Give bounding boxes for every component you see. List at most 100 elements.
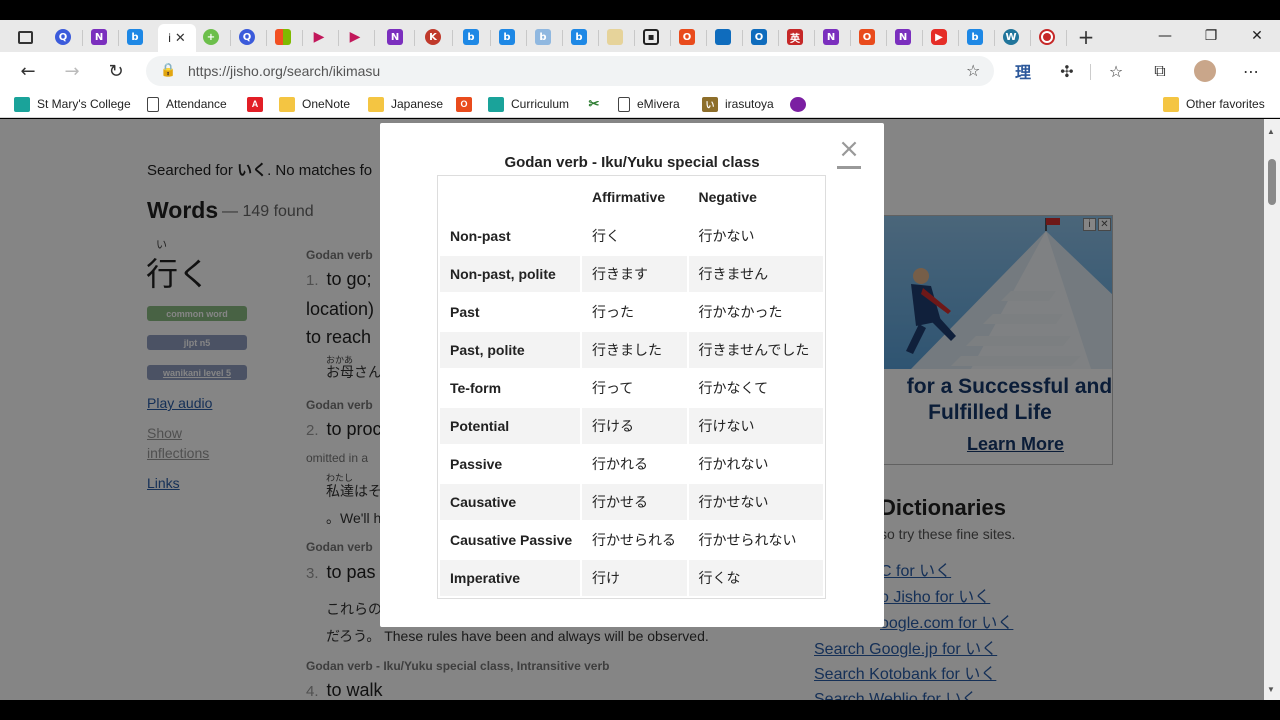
collections-icon: ⧉	[1154, 61, 1166, 80]
extensions-button[interactable]: ✣	[1056, 60, 1078, 82]
favorites-button[interactable]: ☆	[1105, 60, 1127, 82]
bing-icon: b	[127, 29, 143, 45]
fav-onenote[interactable]: OneNote	[279, 95, 350, 113]
collections-button[interactable]: ⧉	[1149, 60, 1171, 82]
table-row: Passive 行かれる 行かれない	[440, 446, 823, 482]
tab-12[interactable]: b	[458, 24, 484, 50]
red-circle-icon: K	[425, 29, 441, 45]
restore-button[interactable]: ❐	[1188, 24, 1234, 48]
fav-adobe[interactable]: A	[247, 95, 270, 113]
fav-tool[interactable]: ✂	[586, 95, 609, 113]
tab-28[interactable]	[1034, 24, 1060, 50]
microsoft-icon	[275, 29, 291, 45]
tab-15[interactable]: b	[566, 24, 592, 50]
row-affirmative: 行かれる	[592, 456, 648, 472]
column-header-negative: Negative	[698, 189, 757, 205]
tab-1[interactable]: Q	[50, 24, 76, 50]
tab-11[interactable]: K	[420, 24, 446, 50]
page-icon	[147, 96, 159, 112]
calendar-icon: ▪	[643, 29, 659, 45]
row-negative: 行かれない	[698, 456, 769, 472]
curriculum-icon	[14, 96, 30, 112]
tab-5[interactable]: +	[198, 24, 224, 50]
avatar	[1194, 60, 1216, 82]
fav-st-marys[interactable]: St Mary's College	[14, 95, 131, 113]
tab-20[interactable]: O	[746, 24, 772, 50]
scroll-down-icon[interactable]: ▼	[1267, 685, 1275, 694]
table-row: Past 行った 行かなかった	[440, 294, 823, 330]
tab-3[interactable]: b	[122, 24, 148, 50]
tab-23[interactable]: O	[854, 24, 880, 50]
back-button[interactable]: ←	[14, 58, 42, 84]
tab-27[interactable]: W	[998, 24, 1024, 50]
tab-19[interactable]	[710, 24, 736, 50]
tab-2[interactable]: N	[86, 24, 112, 50]
office-icon: O	[679, 29, 695, 45]
fav-other-favorites[interactable]: Other favorites	[1163, 95, 1265, 113]
refresh-button[interactable]: ↻	[102, 58, 130, 84]
tab-14[interactable]: b	[530, 24, 556, 50]
fav-label: irasutoya	[725, 97, 774, 111]
forward-button[interactable]: →	[58, 58, 86, 84]
fav-irasutoya[interactable]: い irasutoya	[702, 95, 774, 113]
table-row: Imperative 行け 行くな	[440, 560, 823, 596]
tab-16[interactable]	[602, 24, 628, 50]
fav-japanese[interactable]: Japanese	[368, 95, 443, 113]
new-tab-button[interactable]: +	[1072, 24, 1100, 50]
tab-13[interactable]: b	[494, 24, 520, 50]
tab-17[interactable]: ▪	[638, 24, 664, 50]
minimize-button[interactable]: —	[1142, 24, 1188, 48]
tab-8[interactable]: ▶	[306, 24, 332, 50]
page-scrollbar[interactable]: ▲ ▼	[1264, 119, 1280, 700]
url-text[interactable]: https://jisho.org/search/ikimasu	[188, 63, 380, 79]
close-icon: ✕	[1251, 28, 1263, 44]
add-favorite-icon[interactable]: ☆	[966, 61, 980, 80]
office-icon: O	[456, 96, 472, 112]
tab-6[interactable]: Q	[234, 24, 260, 50]
scroll-thumb[interactable]	[1268, 159, 1276, 205]
tab-10[interactable]: N	[382, 24, 408, 50]
onenote-icon: N	[91, 29, 107, 45]
row-negative: 行かせられない	[698, 532, 797, 548]
tab-26[interactable]: b	[962, 24, 988, 50]
row-affirmative: 行った	[592, 304, 634, 320]
play-icon: ▶	[349, 29, 361, 45]
tab-strip: Q N b i ✕ + Q ▶ ▶ N K b b b b ▪ O O 英 N …	[0, 20, 1280, 52]
table-row: Te-form 行って 行かなくて	[440, 370, 823, 406]
fav-label: Other favorites	[1186, 97, 1265, 111]
immersive-reader-button[interactable]: 理	[1012, 60, 1034, 82]
tab-21[interactable]: 英	[782, 24, 808, 50]
tab-9[interactable]: ▶	[342, 24, 368, 50]
modal-close-button[interactable]: ×	[837, 135, 861, 169]
close-tab-icon[interactable]: ✕	[175, 31, 186, 46]
fav-purple[interactable]	[790, 95, 813, 113]
fav-emivera[interactable]: eMivera	[618, 95, 680, 113]
row-negative: 行かない	[698, 228, 755, 244]
document-icon	[715, 29, 731, 45]
fav-office[interactable]: O	[456, 95, 479, 113]
tab-active[interactable]: i ✕	[158, 24, 196, 52]
profile-button[interactable]	[1194, 60, 1216, 82]
tab-7[interactable]	[270, 24, 296, 50]
puzzle-icon: ✣	[1060, 61, 1074, 81]
row-affirmative: 行く	[592, 228, 620, 244]
scroll-up-icon[interactable]: ▲	[1267, 127, 1275, 136]
fav-curriculum[interactable]: Curriculum	[488, 95, 569, 113]
conjugation-modal: Godan verb - Iku/Yuku special class × Af…	[380, 123, 884, 627]
url-field[interactable]: 🔒 https://jisho.org/search/ikimasu ☆	[146, 56, 994, 86]
row-negative: 行かせない	[688, 484, 823, 520]
close-window-button[interactable]: ✕	[1234, 24, 1280, 48]
favorites-star-icon: ☆	[1108, 61, 1124, 81]
tab-25[interactable]: ▶	[926, 24, 952, 50]
fav-attendance[interactable]: Attendance	[147, 95, 227, 113]
table-row: Causative 行かせる 行かせない	[440, 484, 823, 520]
tab-18[interactable]: O	[674, 24, 700, 50]
tab-actions-button[interactable]	[12, 24, 38, 50]
minimize-icon: —	[1158, 28, 1172, 44]
reader-glyph: 理	[1014, 63, 1031, 82]
settings-more-button[interactable]: ⋯	[1240, 60, 1262, 82]
conjugation-table: Affirmative Negative Non-past 行く 行かない Non-p…	[437, 175, 826, 599]
tab-22[interactable]: N	[818, 24, 844, 50]
tab-24[interactable]: N	[890, 24, 916, 50]
column-header	[440, 178, 580, 216]
